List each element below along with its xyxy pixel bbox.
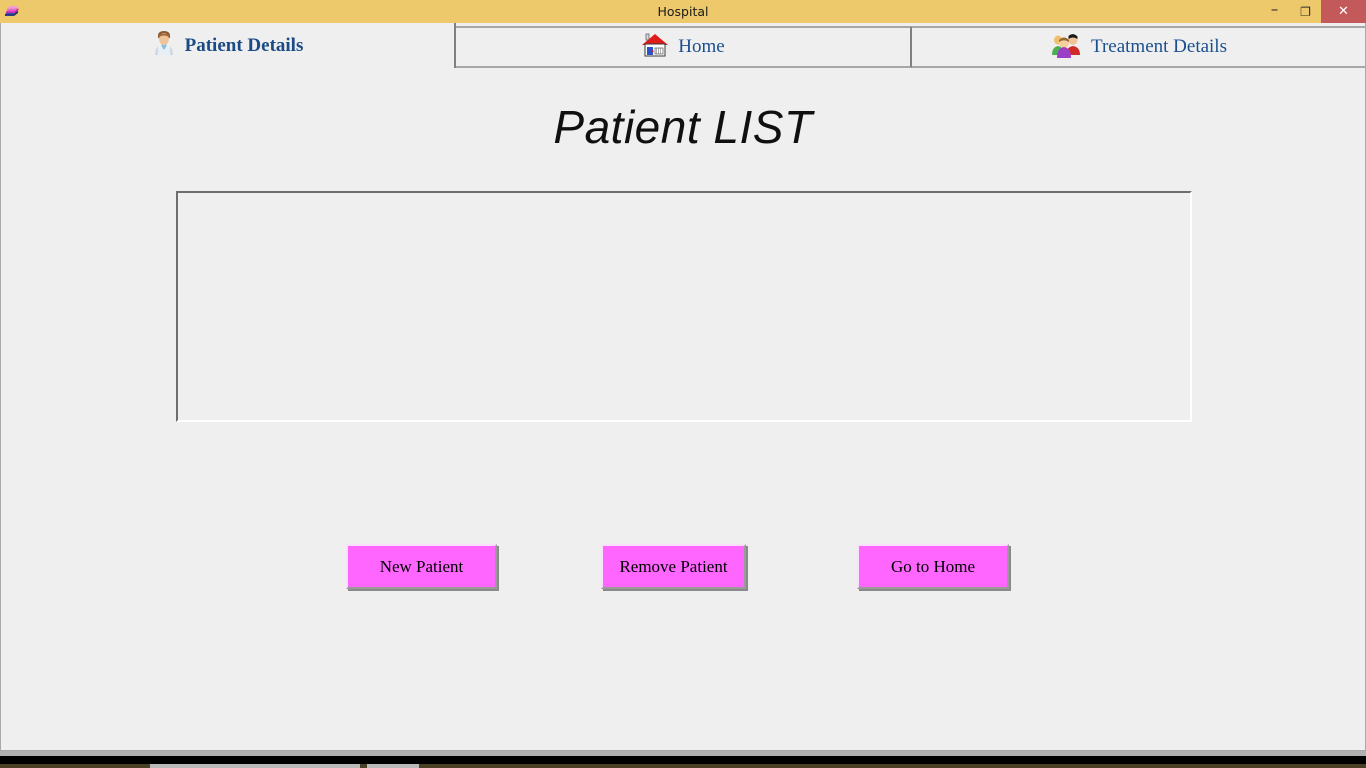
page-title: Patient LIST [553,101,813,153]
tab-label-home: Home [678,36,725,57]
tab-home[interactable]: Home [456,26,912,68]
tab-strip: Patient Details Home Treatment Details [1,23,1365,68]
people-group-icon [1050,31,1082,64]
close-button[interactable]: ✕ [1321,0,1366,23]
tab-label-patient-details: Patient Details [184,34,304,56]
taskbar-item[interactable] [150,764,360,768]
user-icon [152,29,176,62]
window-body: Patient Details Home Treatment Details P… [0,23,1366,751]
application-window: Hospital – ❐ ✕ Patient Details Home Trea… [0,0,1366,768]
go-to-home-button[interactable]: Go to Home [857,544,1009,589]
taskbar-item[interactable] [367,764,419,768]
tab-label-treatment-details: Treatment Details [1091,36,1227,57]
minimize-button[interactable]: – [1259,0,1290,23]
window-title: Hospital [657,4,709,19]
house-icon [641,32,669,63]
title-bar: Hospital – ❐ ✕ [0,0,1366,23]
remove-patient-button[interactable]: Remove Patient [601,544,746,589]
patient-list[interactable] [176,191,1192,422]
maximize-button[interactable]: ❐ [1290,0,1321,23]
new-patient-button[interactable]: New Patient [346,544,497,589]
tab-treatment-details[interactable]: Treatment Details [912,26,1365,68]
window-controls: – ❐ ✕ [1259,0,1366,23]
tab-patient-details[interactable]: Patient Details [1,23,456,68]
